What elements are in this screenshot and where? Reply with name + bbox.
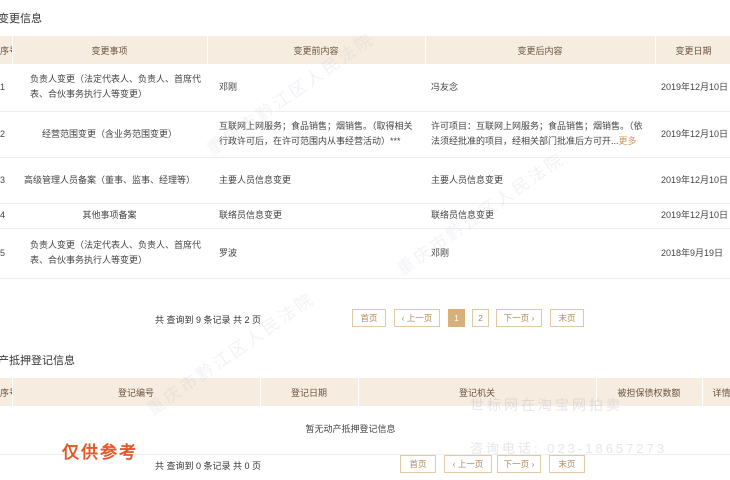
col-header-reg-date: 登记日期 bbox=[260, 378, 359, 406]
row-date: 2018年9月19日 bbox=[655, 228, 730, 279]
mortgage-table-header: 序号 登记编号 登记日期 登记机关 被担保债权数额 详情 bbox=[0, 378, 730, 406]
row-item: 其他事项备案 bbox=[12, 203, 207, 229]
pager-first-button[interactable]: 首页 bbox=[400, 455, 436, 473]
row-after-text: 许可项目：互联网上网服务；食品销售；烟销售。（依法须经批准的项目，经相关部门批准… bbox=[431, 121, 643, 146]
table-row: 4 其他事项备案 联络员信息变更 联络员信息变更 2019年12月10日 bbox=[0, 203, 730, 229]
col-header-no: 序号 bbox=[0, 378, 13, 406]
change-table: 序号 变更事项 变更前内容 变更后内容 变更日期 1 负责人变更（法定代表人、负… bbox=[0, 36, 730, 279]
row-after: 邓刚 bbox=[425, 228, 655, 279]
row-before: 互联网上网服务；食品销售；烟销售。（取得相关行政许可后，在许可范围内从事经营活动… bbox=[207, 111, 425, 158]
change-section-title: 变更信息 bbox=[0, 13, 42, 25]
more-link[interactable]: 更多 bbox=[619, 136, 637, 146]
table-row: 1 负责人变更（法定代表人、负责人、首席代表、合伙事务执行人等变更） 邓刚 冯友… bbox=[0, 64, 730, 112]
row-after: 许可项目：互联网上网服务；食品销售；烟销售。（依法须经批准的项目，经相关部门批准… bbox=[425, 111, 655, 158]
row-item: 负责人变更（法定代表人、负责人、首席代表、合伙事务执行人等变更） bbox=[12, 64, 207, 112]
pager-total: 共 查询到 0 条记录 共 0 页 bbox=[155, 461, 262, 471]
col-header-reg-authority: 登记机关 bbox=[358, 378, 597, 406]
row-item: 经营范围变更（含业务范围变更） bbox=[12, 111, 207, 158]
row-before: 联络员信息变更 bbox=[207, 203, 425, 229]
pager-total: 共 查询到 9 条记录 共 2 页 bbox=[155, 315, 262, 325]
col-header-amount: 被担保债权数额 bbox=[596, 378, 703, 406]
pager-next-button[interactable]: 下一页 › bbox=[497, 455, 541, 473]
row-date: 2019年12月10日 bbox=[655, 157, 730, 204]
row-no: 1 bbox=[0, 64, 12, 112]
row-item: 高级管理人员备案（董事、监事、经理等） bbox=[12, 157, 207, 204]
row-date: 2019年12月10日 bbox=[655, 64, 730, 112]
row-before: 主要人员信息变更 bbox=[207, 157, 425, 204]
col-header-before: 变更前内容 bbox=[207, 36, 426, 64]
pager-page-2[interactable]: 2 bbox=[472, 309, 489, 327]
pager-last-button[interactable]: 末页 bbox=[550, 309, 584, 327]
row-date: 2019年12月10日 bbox=[655, 203, 730, 229]
row-date: 2019年12月10日 bbox=[655, 111, 730, 158]
mortgage-section-title: 动产抵押登记信息 bbox=[0, 355, 75, 367]
row-after: 主要人员信息变更 bbox=[425, 157, 655, 204]
col-header-after: 变更后内容 bbox=[425, 36, 656, 64]
row-before: 邓刚 bbox=[207, 64, 425, 112]
table-row: 3 高级管理人员备案（董事、监事、经理等） 主要人员信息变更 主要人员信息变更 … bbox=[0, 157, 730, 204]
col-header-no: 序号 bbox=[0, 36, 13, 64]
pager-next-button[interactable]: 下一页 › bbox=[496, 309, 542, 327]
col-header-item: 变更事项 bbox=[12, 36, 208, 64]
pager-first-button[interactable]: 首页 bbox=[352, 309, 386, 327]
row-after: 联络员信息变更 bbox=[425, 203, 655, 229]
row-no: 5 bbox=[0, 228, 12, 279]
row-item: 负责人变更（法定代表人、负责人、首席代表、合伙事务执行人等变更） bbox=[12, 228, 207, 279]
reference-only-stamp: 仅供参考 bbox=[62, 443, 138, 462]
row-before: 罗波 bbox=[207, 228, 425, 279]
table-row: 5 负责人变更（法定代表人、负责人、首席代表、合伙事务执行人等变更） 罗波 邓刚… bbox=[0, 228, 730, 279]
table-row: 2 经营范围变更（含业务范围变更） 互联网上网服务；食品销售；烟销售。（取得相关… bbox=[0, 111, 730, 158]
col-header-date: 变更日期 bbox=[655, 36, 730, 64]
pager-prev-button[interactable]: ‹ 上一页 bbox=[394, 309, 440, 327]
pager-prev-button[interactable]: ‹ 上一页 bbox=[444, 455, 492, 473]
col-header-detail: 详情 bbox=[702, 378, 730, 406]
pager-last-button[interactable]: 末页 bbox=[549, 455, 585, 473]
pager-page-1[interactable]: 1 bbox=[448, 309, 465, 327]
row-no: 3 bbox=[0, 157, 12, 204]
row-after: 冯友念 bbox=[425, 64, 655, 112]
col-header-reg-no: 登记编号 bbox=[12, 378, 261, 406]
row-no: 4 bbox=[0, 203, 12, 229]
change-pager: 共 查询到 9 条记录 共 2 页 首页 ‹ 上一页 1 2 下一页 › 末页 bbox=[0, 309, 730, 327]
row-no: 2 bbox=[0, 111, 12, 158]
change-table-header: 序号 变更事项 变更前内容 变更后内容 变更日期 bbox=[0, 36, 730, 64]
